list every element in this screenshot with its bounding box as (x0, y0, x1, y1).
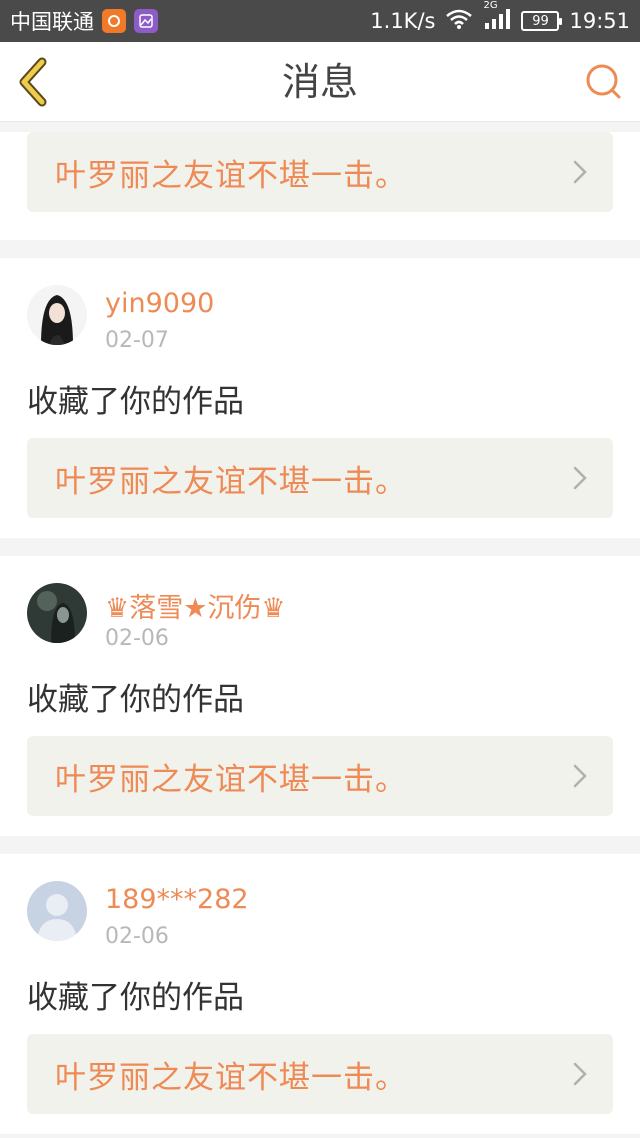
chevron-right-icon (573, 160, 587, 184)
avatar[interactable] (27, 285, 87, 345)
action-text: 收藏了你的作品 (27, 980, 244, 1016)
timestamp: 02-07 (105, 328, 169, 353)
list-item: ♛落雪★沉伤♛ 02-06 收藏了你的作品 叶罗丽之友谊不堪一击。 (0, 556, 640, 836)
work-link[interactable]: 叶罗丽之友谊不堪一击。 (27, 1034, 613, 1114)
list-item: 189***282 02-06 收藏了你的作品 叶罗丽之友谊不堪一击。 (0, 854, 640, 1134)
timestamp: 02-06 (105, 924, 169, 949)
status-bar: 中国联通 1.1K/s 2G 99 19:51 (0, 0, 640, 42)
page-title: 消息 (281, 60, 358, 104)
chevron-right-icon (573, 1062, 587, 1086)
clock: 19:51 (569, 9, 630, 33)
work-link[interactable]: 叶罗丽之友谊不堪一击。 (27, 132, 613, 212)
wifi-icon (445, 8, 473, 35)
work-link[interactable]: 叶罗丽之友谊不堪一击。 (27, 736, 613, 816)
search-button[interactable] (582, 60, 626, 104)
work-link[interactable]: 叶罗丽之友谊不堪一击。 (27, 438, 613, 518)
battery-icon: 99 (521, 11, 563, 31)
avatar[interactable] (27, 881, 87, 941)
chevron-right-icon (573, 466, 587, 490)
signal-indicator: 2G (483, 0, 511, 35)
work-title: 叶罗丽之友谊不堪一击。 (55, 157, 407, 194)
uc-browser-icon (102, 9, 126, 33)
message-list: 叶罗丽之友谊不堪一击。 yin9090 02-07 收藏了你的作品 叶罗丽之友谊… (0, 122, 640, 1134)
work-title: 叶罗丽之友谊不堪一击。 (55, 1059, 407, 1096)
username[interactable]: ♛落雪★沉伤♛ (105, 586, 286, 625)
username[interactable]: 189***282 (105, 884, 249, 915)
network-type: 2G (483, 0, 498, 11)
work-title: 叶罗丽之友谊不堪一击。 (55, 463, 407, 500)
search-icon (586, 64, 621, 99)
signal-icon (485, 8, 511, 29)
timestamp: 02-06 (105, 626, 169, 651)
carrier-label: 中国联通 (10, 10, 94, 34)
work-title: 叶罗丽之友谊不堪一击。 (55, 761, 407, 798)
chevron-right-icon (573, 764, 587, 788)
network-speed: 1.1K/s (370, 9, 436, 33)
username[interactable]: yin9090 (105, 288, 214, 319)
avatar[interactable] (27, 583, 87, 643)
list-item: yin9090 02-07 收藏了你的作品 叶罗丽之友谊不堪一击。 (0, 258, 640, 538)
top-nav-bar: 消息 (0, 42, 640, 122)
battery-level: 99 (532, 13, 549, 29)
action-text: 收藏了你的作品 (27, 384, 244, 420)
list-item: 叶罗丽之友谊不堪一击。 (0, 132, 640, 240)
gallery-icon (134, 9, 158, 33)
action-text: 收藏了你的作品 (27, 682, 244, 718)
